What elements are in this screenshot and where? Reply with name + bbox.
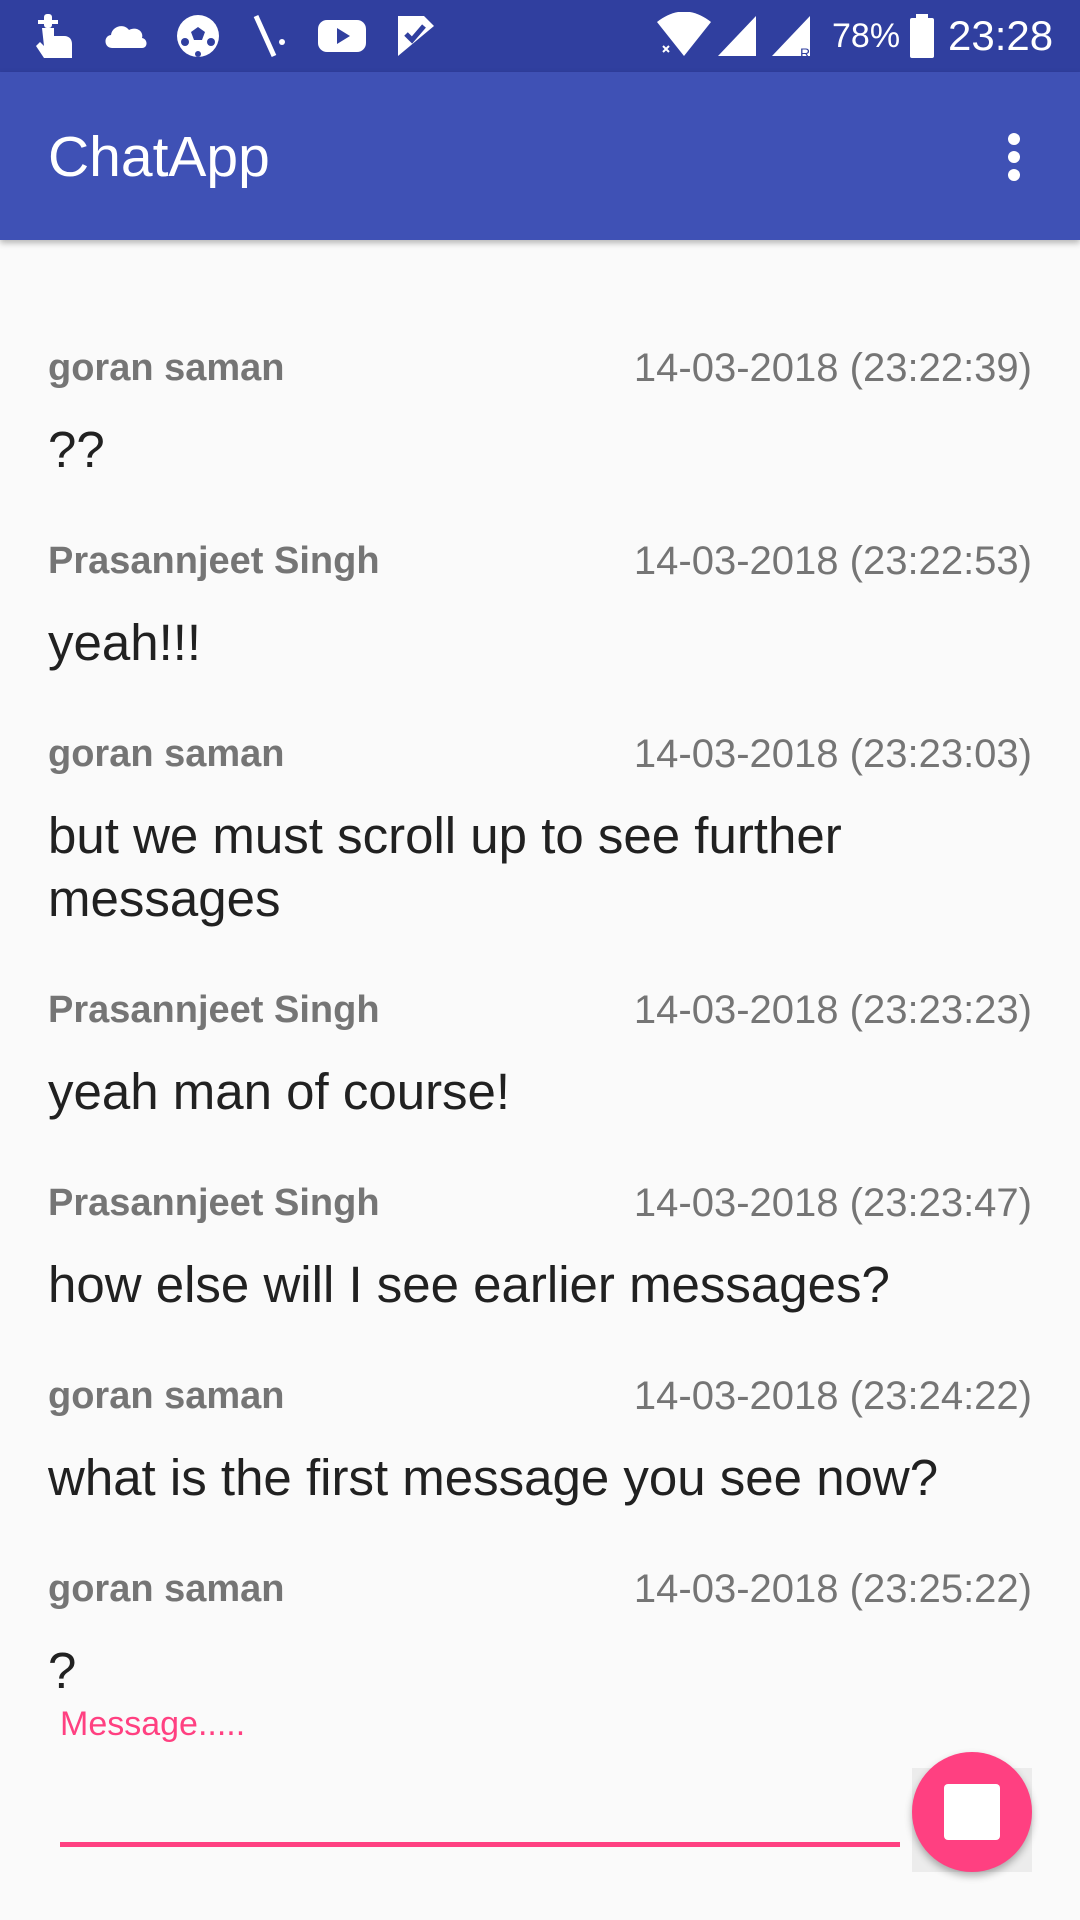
message-sender: goran saman bbox=[48, 1568, 285, 1610]
message-timestamp: 14-03-2018 (23:23:47) bbox=[633, 1181, 1032, 1225]
chat-screen: R 78% 23:28 ChatApp goran saman 14-03-20… bbox=[0, 0, 1080, 1920]
youtube-icon bbox=[318, 20, 366, 52]
message-timestamp: 14-03-2018 (23:22:53) bbox=[633, 539, 1032, 583]
message-text: yeah!!! bbox=[48, 614, 202, 671]
svg-text:R: R bbox=[800, 45, 810, 60]
message-text: ?? bbox=[48, 421, 105, 478]
app-title: ChatApp bbox=[48, 125, 270, 189]
cricket-icon bbox=[253, 14, 285, 58]
message-sender: goran saman bbox=[48, 1375, 285, 1417]
message-field-label: Message..... bbox=[60, 1705, 246, 1743]
message-text: yeah man of course! bbox=[48, 1063, 511, 1120]
message-input[interactable] bbox=[60, 1752, 900, 1844]
message-input-underline bbox=[60, 1842, 900, 1847]
signal-roaming-icon: R bbox=[772, 16, 810, 60]
message-sender: goran saman bbox=[48, 733, 285, 775]
message-sender: Prasannjeet Singh bbox=[48, 989, 380, 1031]
message-timestamp: 14-03-2018 (23:22:39) bbox=[633, 346, 1032, 390]
battery-percent: 78% bbox=[832, 17, 901, 55]
message-text: but we must scroll up to see further mes… bbox=[48, 807, 842, 927]
status-bar: R 78% 23:28 bbox=[0, 0, 1080, 72]
battery-icon bbox=[910, 14, 934, 58]
message-timestamp: 14-03-2018 (23:24:22) bbox=[633, 1374, 1032, 1418]
football-icon bbox=[177, 15, 219, 57]
message-text: what is the first message you see now? bbox=[48, 1449, 939, 1506]
message-sender: goran saman bbox=[48, 347, 285, 389]
wifi-icon bbox=[657, 12, 711, 56]
message-timestamp: 14-03-2018 (23:25:22) bbox=[633, 1567, 1032, 1611]
gesture-icon bbox=[36, 14, 72, 58]
cloud-icon bbox=[105, 26, 147, 48]
stop-square-icon bbox=[944, 1784, 1000, 1840]
more-vert-icon[interactable] bbox=[990, 127, 1038, 187]
task-check-icon bbox=[398, 16, 434, 56]
signal-icon bbox=[718, 16, 756, 56]
message-timestamp: 14-03-2018 (23:23:23) bbox=[633, 988, 1032, 1032]
message-timestamp: 14-03-2018 (23:23:03) bbox=[633, 732, 1032, 776]
app-bar: ChatApp bbox=[0, 72, 1080, 240]
message-sender: Prasannjeet Singh bbox=[48, 1182, 380, 1224]
status-time: 23:28 bbox=[948, 12, 1054, 59]
message-text: ? bbox=[48, 1642, 77, 1699]
message-text: how else will I see earlier messages? bbox=[48, 1256, 890, 1313]
send-button[interactable] bbox=[912, 1752, 1032, 1872]
message-sender: Prasannjeet Singh bbox=[48, 540, 380, 582]
